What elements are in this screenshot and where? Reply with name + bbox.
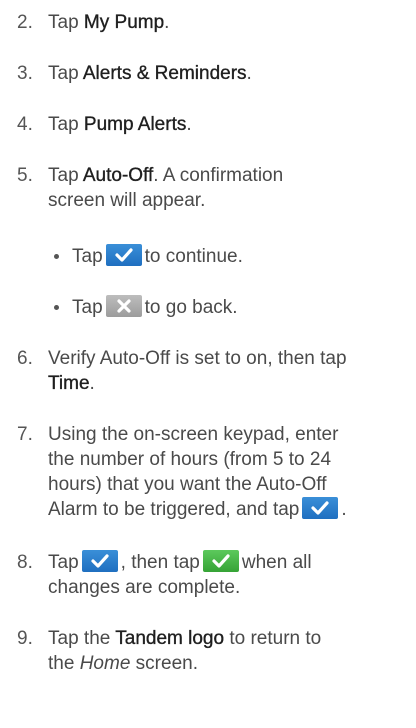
step-number: 5. <box>17 165 33 186</box>
bullet-text: Tap to go back. <box>72 294 238 320</box>
my-pump-label: My Pump <box>83 12 165 33</box>
confirm-checkmark-button-icon <box>202 549 239 572</box>
step-number: 2. <box>17 12 33 33</box>
home-screen-label: Home <box>79 653 131 674</box>
step-text: Tap Auto-Off. A confirmation screen will … <box>48 165 284 211</box>
tandem-logo-label: Tandem logo <box>115 628 225 649</box>
step-text: Tap, then tap when all changes are complet… <box>48 549 412 600</box>
checkmark-button-icon <box>302 496 339 519</box>
step-text: Verify Auto-Off is set to on, then tap Ti… <box>48 348 347 394</box>
x-button-icon <box>105 294 142 317</box>
step-text: Using the on-screen keypad, enter the num… <box>48 424 347 520</box>
time-label: Time <box>48 373 90 394</box>
step-number: 3. <box>17 63 33 84</box>
checkmark-button-icon <box>105 243 142 266</box>
bullet-text: Tap to continue. <box>72 243 243 269</box>
step-number: 7. <box>17 424 33 445</box>
step-text: Tap Pump Alerts. <box>48 114 192 135</box>
step-number: 6. <box>17 348 33 369</box>
pump-alerts-label: Pump Alerts <box>83 114 187 135</box>
auto-off-label: Auto-Off <box>82 165 154 186</box>
step-text: Tap Alerts & Reminders. <box>48 63 252 84</box>
alerts-reminders-label: Alerts & Reminders <box>82 63 247 84</box>
bullet-dot <box>54 305 59 310</box>
checkmark-button-icon <box>81 549 118 572</box>
step-text: Tap the Tandem logo to return to the Home… <box>48 628 322 674</box>
step-number: 8. <box>17 552 33 573</box>
step-number: 4. <box>17 114 33 135</box>
step-number: 9. <box>17 628 33 649</box>
bullet-dot <box>54 254 59 259</box>
step-text: Tap My Pump. <box>48 12 170 33</box>
